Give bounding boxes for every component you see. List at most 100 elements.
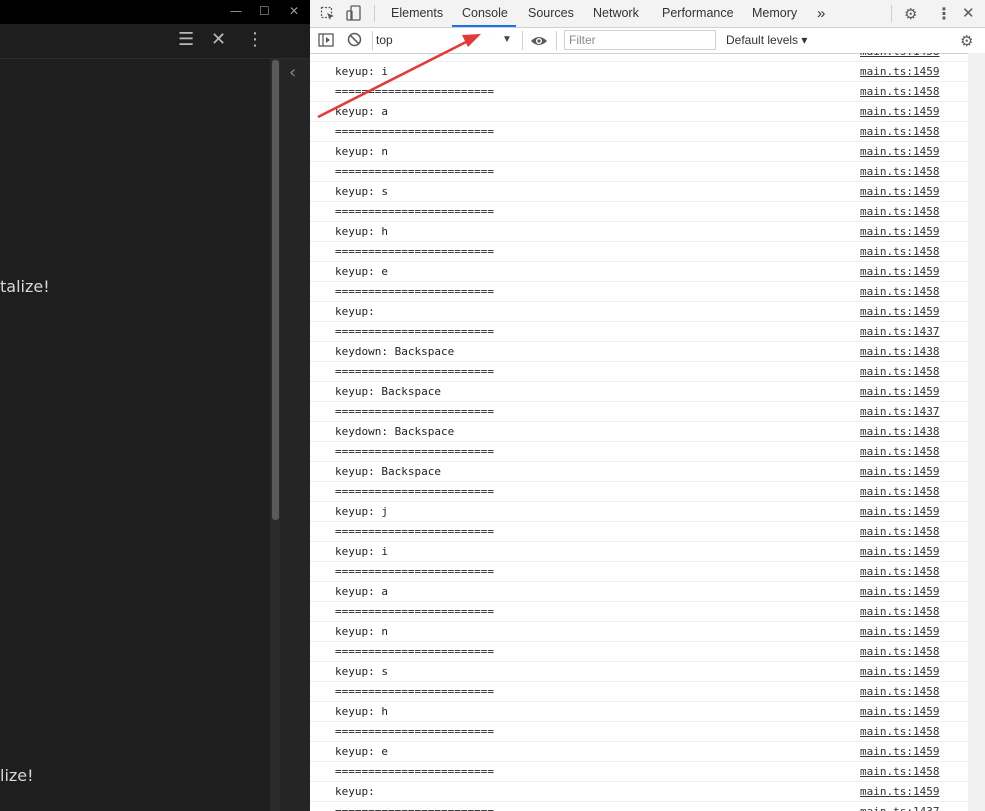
console-log: ========================main.ts:1458keyu…: [310, 53, 968, 811]
console-message-row: keydown: Backspace main.ts:1438: [310, 342, 968, 362]
minimize-button[interactable]: —: [230, 4, 242, 18]
source-link[interactable]: main.ts:1459: [860, 782, 939, 801]
chevron-down-icon[interactable]: ▼: [502, 30, 512, 50]
console-message-text: keyup: h: [335, 705, 388, 718]
source-link[interactable]: main.ts:1437: [860, 402, 939, 421]
source-link[interactable]: main.ts:1458: [860, 642, 939, 661]
source-link[interactable]: main.ts:1459: [860, 302, 939, 321]
maximize-button[interactable]: ☐: [259, 4, 270, 18]
source-link[interactable]: main.ts:1458: [860, 602, 939, 621]
source-link[interactable]: main.ts:1458: [860, 562, 939, 581]
source-link[interactable]: main.ts:1459: [860, 462, 939, 481]
source-link[interactable]: main.ts:1458: [860, 522, 939, 541]
source-link[interactable]: main.ts:1458: [860, 762, 939, 781]
inspect-element-icon[interactable]: [320, 6, 336, 26]
source-link[interactable]: main.ts:1459: [860, 702, 939, 721]
source-link[interactable]: main.ts:1458: [860, 722, 939, 741]
console-message-text: ========================: [335, 125, 494, 138]
source-link[interactable]: main.ts:1459: [860, 182, 939, 201]
source-link[interactable]: main.ts:1459: [860, 622, 939, 641]
source-link[interactable]: main.ts:1459: [860, 742, 939, 761]
show-sidebar-icon[interactable]: [318, 32, 334, 52]
window-close-button[interactable]: ✕: [289, 4, 299, 18]
clear-console-icon[interactable]: [347, 32, 362, 51]
console-message-row: ======================== main.ts:1458: [310, 482, 968, 502]
eye-icon[interactable]: [530, 33, 548, 52]
tab-performance[interactable]: Performance: [662, 0, 734, 27]
editor-content: talize! lize!: [0, 59, 270, 811]
console-message-text: keyup: s: [335, 665, 388, 678]
source-link[interactable]: main.ts:1437: [860, 802, 939, 811]
console-message-text: ========================: [335, 725, 494, 738]
context-selector[interactable]: top: [376, 30, 516, 50]
console-message-text: keyup: a: [335, 585, 388, 598]
console-message-row: ======================== main.ts:1458: [310, 362, 968, 382]
console-message-text: ========================: [335, 485, 494, 498]
console-message-row: ======================== main.ts:1458: [310, 122, 968, 142]
source-link[interactable]: main.ts:1458: [860, 282, 939, 301]
settings-gear-icon[interactable]: ⚙: [904, 5, 917, 23]
console-message-text: keyup: e: [335, 745, 388, 758]
source-link[interactable]: main.ts:1437: [860, 322, 939, 341]
console-message-text: ========================: [335, 405, 494, 418]
more-vert-icon[interactable]: ⋮: [936, 4, 952, 23]
source-link[interactable]: main.ts:1458: [860, 82, 939, 101]
device-toolbar-icon[interactable]: [346, 5, 362, 26]
source-link[interactable]: main.ts:1458: [860, 442, 939, 461]
source-link[interactable]: main.ts:1459: [860, 222, 939, 241]
scrollbar-thumb[interactable]: [272, 60, 279, 520]
source-link[interactable]: main.ts:1438: [860, 422, 939, 441]
tab-memory[interactable]: Memory: [752, 0, 797, 27]
more-tabs-button[interactable]: »: [817, 0, 825, 27]
source-link[interactable]: main.ts:1458: [860, 242, 939, 261]
log-levels-dropdown[interactable]: Default levels ▾: [726, 30, 807, 50]
source-link[interactable]: main.ts:1458: [860, 162, 939, 181]
console-message-row: ======================== main.ts:1458: [310, 53, 968, 62]
source-link[interactable]: main.ts:1458: [860, 682, 939, 701]
close-devtools-icon[interactable]: ✕: [962, 4, 975, 22]
console-message-text: ========================: [335, 525, 494, 538]
console-settings-icon[interactable]: ⚙: [960, 32, 973, 50]
filter-input[interactable]: [564, 30, 716, 50]
source-link[interactable]: main.ts:1459: [860, 662, 939, 681]
source-link[interactable]: main.ts:1459: [860, 542, 939, 561]
console-message-text: keyup: s: [335, 185, 388, 198]
tab-elements[interactable]: Elements: [391, 0, 443, 27]
source-link[interactable]: main.ts:1458: [860, 122, 939, 141]
source-link[interactable]: main.ts:1458: [860, 482, 939, 501]
tab-console[interactable]: Console: [462, 0, 508, 27]
source-link[interactable]: main.ts:1459: [860, 582, 939, 601]
console-message-text: keyup: e: [335, 265, 388, 278]
source-link[interactable]: main.ts:1459: [860, 502, 939, 521]
source-link[interactable]: main.ts:1459: [860, 262, 939, 281]
console-message-text: ========================: [335, 685, 494, 698]
source-link[interactable]: main.ts:1458: [860, 362, 939, 381]
more-vert-icon[interactable]: ⋮: [246, 30, 264, 50]
console-message-row: ======================== main.ts:1458: [310, 562, 968, 582]
devtools-splitter[interactable]: [280, 59, 310, 811]
console-message-row: keyup: e main.ts:1459: [310, 742, 968, 762]
source-link[interactable]: main.ts:1459: [860, 102, 939, 121]
tab-sources[interactable]: Sources: [528, 0, 574, 27]
chevron-left-icon[interactable]: ‹: [289, 62, 296, 83]
console-scrollbar[interactable]: [968, 53, 985, 811]
reader-icon[interactable]: ☰: [178, 30, 194, 50]
console-message-row: keyup: Backspace main.ts:1459: [310, 462, 968, 482]
console-message-text: keyup: a: [335, 105, 388, 118]
source-link[interactable]: main.ts:1458: [860, 202, 939, 221]
tab-network[interactable]: Network: [593, 0, 639, 27]
console-message-text: keyup:: [335, 785, 375, 798]
source-link[interactable]: main.ts:1459: [860, 62, 939, 81]
source-link[interactable]: main.ts:1458: [860, 53, 939, 61]
source-link[interactable]: main.ts:1438: [860, 342, 939, 361]
console-message-text: keyup: Backspace: [335, 465, 441, 478]
close-icon[interactable]: ✕: [211, 30, 226, 50]
console-message-row: keyup: h main.ts:1459: [310, 222, 968, 242]
console-message-text: keydown: Backspace: [335, 425, 455, 438]
console-message-text: ========================: [335, 645, 494, 658]
source-link[interactable]: main.ts:1459: [860, 382, 939, 401]
console-message-row: ======================== main.ts:1458: [310, 602, 968, 622]
content-text: lize!: [0, 766, 34, 785]
source-link[interactable]: main.ts:1459: [860, 142, 939, 161]
console-message-text: ========================: [335, 285, 494, 298]
